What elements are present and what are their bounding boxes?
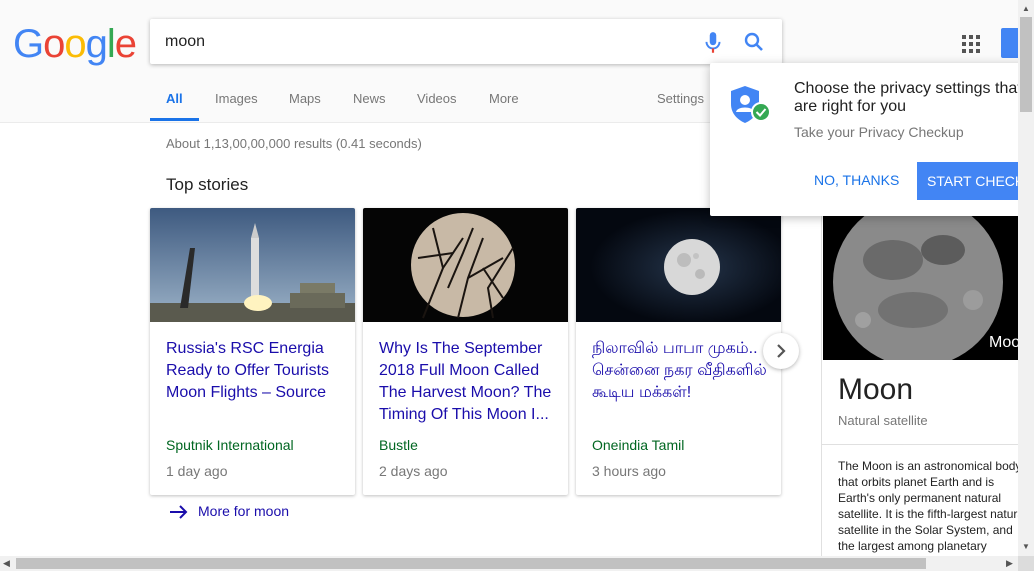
- vertical-scroll-thumb[interactable]: [1020, 17, 1032, 112]
- moon-image[interactable]: Moon: [823, 210, 1023, 360]
- tab-more[interactable]: More: [489, 91, 519, 106]
- result-stats: About 1,13,00,00,000 results (0.41 secon…: [166, 136, 422, 151]
- news-source: Sputnik International: [166, 437, 294, 453]
- carousel-next-button[interactable]: [763, 333, 799, 369]
- news-headline[interactable]: Why Is The September 2018 Full Moon Call…: [379, 338, 559, 426]
- news-source: Oneindia Tamil: [592, 437, 685, 453]
- horizontal-scrollbar[interactable]: ◀ ▶: [0, 556, 1034, 571]
- no-thanks-button[interactable]: NO, THANKS: [814, 172, 899, 188]
- privacy-checkup-popup: Choose the privacy settings that are rig…: [710, 63, 1034, 216]
- mic-icon[interactable]: [700, 30, 726, 56]
- tab-all[interactable]: All: [166, 91, 183, 106]
- knowledge-title: Moon: [838, 373, 914, 406]
- news-headline[interactable]: நிலாவில் பாபா முகம்.. சென்னை நகர வீதிகளி…: [592, 338, 772, 404]
- tab-videos[interactable]: Videos: [417, 91, 457, 106]
- knowledge-panel: Moon Moon Natural satellite The Moon is …: [821, 210, 1034, 570]
- news-headline[interactable]: Russia's RSC Energia Ready to Offer Tour…: [166, 338, 346, 404]
- scroll-down-arrow-icon[interactable]: ▼: [1022, 542, 1030, 551]
- divider: [822, 444, 1034, 445]
- search-input[interactable]: [165, 29, 685, 54]
- tab-maps[interactable]: Maps: [289, 91, 321, 106]
- search-box: [150, 19, 782, 64]
- scroll-left-arrow-icon[interactable]: ◀: [3, 558, 10, 569]
- knowledge-description: The Moon is an astronomical body that or…: [838, 459, 1027, 569]
- news-time: 1 day ago: [166, 463, 228, 479]
- scroll-right-arrow-icon[interactable]: ▶: [1006, 558, 1013, 569]
- news-thumbnail-full-moon: [576, 208, 781, 322]
- more-stories-link[interactable]: More for moon: [168, 503, 289, 520]
- news-thumbnail-moon-branches: [363, 208, 568, 322]
- tab-settings[interactable]: Settings: [657, 91, 704, 106]
- news-card[interactable]: Russia's RSC Energia Ready to Offer Tour…: [150, 208, 355, 495]
- tab-news[interactable]: News: [353, 91, 386, 106]
- search-icon[interactable]: [742, 30, 766, 54]
- google-logo[interactable]: Google: [13, 22, 137, 67]
- start-checkup-button[interactable]: START CHECKUP: [917, 162, 1034, 200]
- tab-active-indicator: [150, 118, 199, 121]
- privacy-title: Choose the privacy settings that are rig…: [794, 80, 1022, 115]
- news-source: Bustle: [379, 437, 418, 453]
- vertical-scrollbar[interactable]: ▲ ▼: [1018, 0, 1034, 556]
- news-thumbnail-rocket: [150, 208, 355, 322]
- news-card[interactable]: Why Is The September 2018 Full Moon Call…: [363, 208, 568, 495]
- news-time: 3 hours ago: [592, 463, 666, 479]
- tab-images[interactable]: Images: [215, 91, 258, 106]
- privacy-shield-icon: [731, 86, 771, 123]
- news-card[interactable]: நிலாவில் பாபா முகம்.. சென்னை நகர வீதிகளி…: [576, 208, 781, 495]
- chevron-right-icon: [777, 344, 786, 358]
- scroll-up-arrow-icon[interactable]: ▲: [1022, 4, 1030, 13]
- privacy-subtitle: Take your Privacy Checkup: [794, 124, 964, 140]
- arrow-right-icon: [170, 505, 188, 520]
- scrollbar-corner: [1018, 556, 1034, 571]
- apps-grid-icon[interactable]: [962, 35, 980, 53]
- knowledge-subtitle: Natural satellite: [838, 413, 928, 428]
- more-stories-label: More for moon: [198, 503, 290, 519]
- news-time: 2 days ago: [379, 463, 448, 479]
- top-stories-title: Top stories: [166, 175, 249, 194]
- horizontal-scroll-thumb[interactable]: [16, 558, 926, 569]
